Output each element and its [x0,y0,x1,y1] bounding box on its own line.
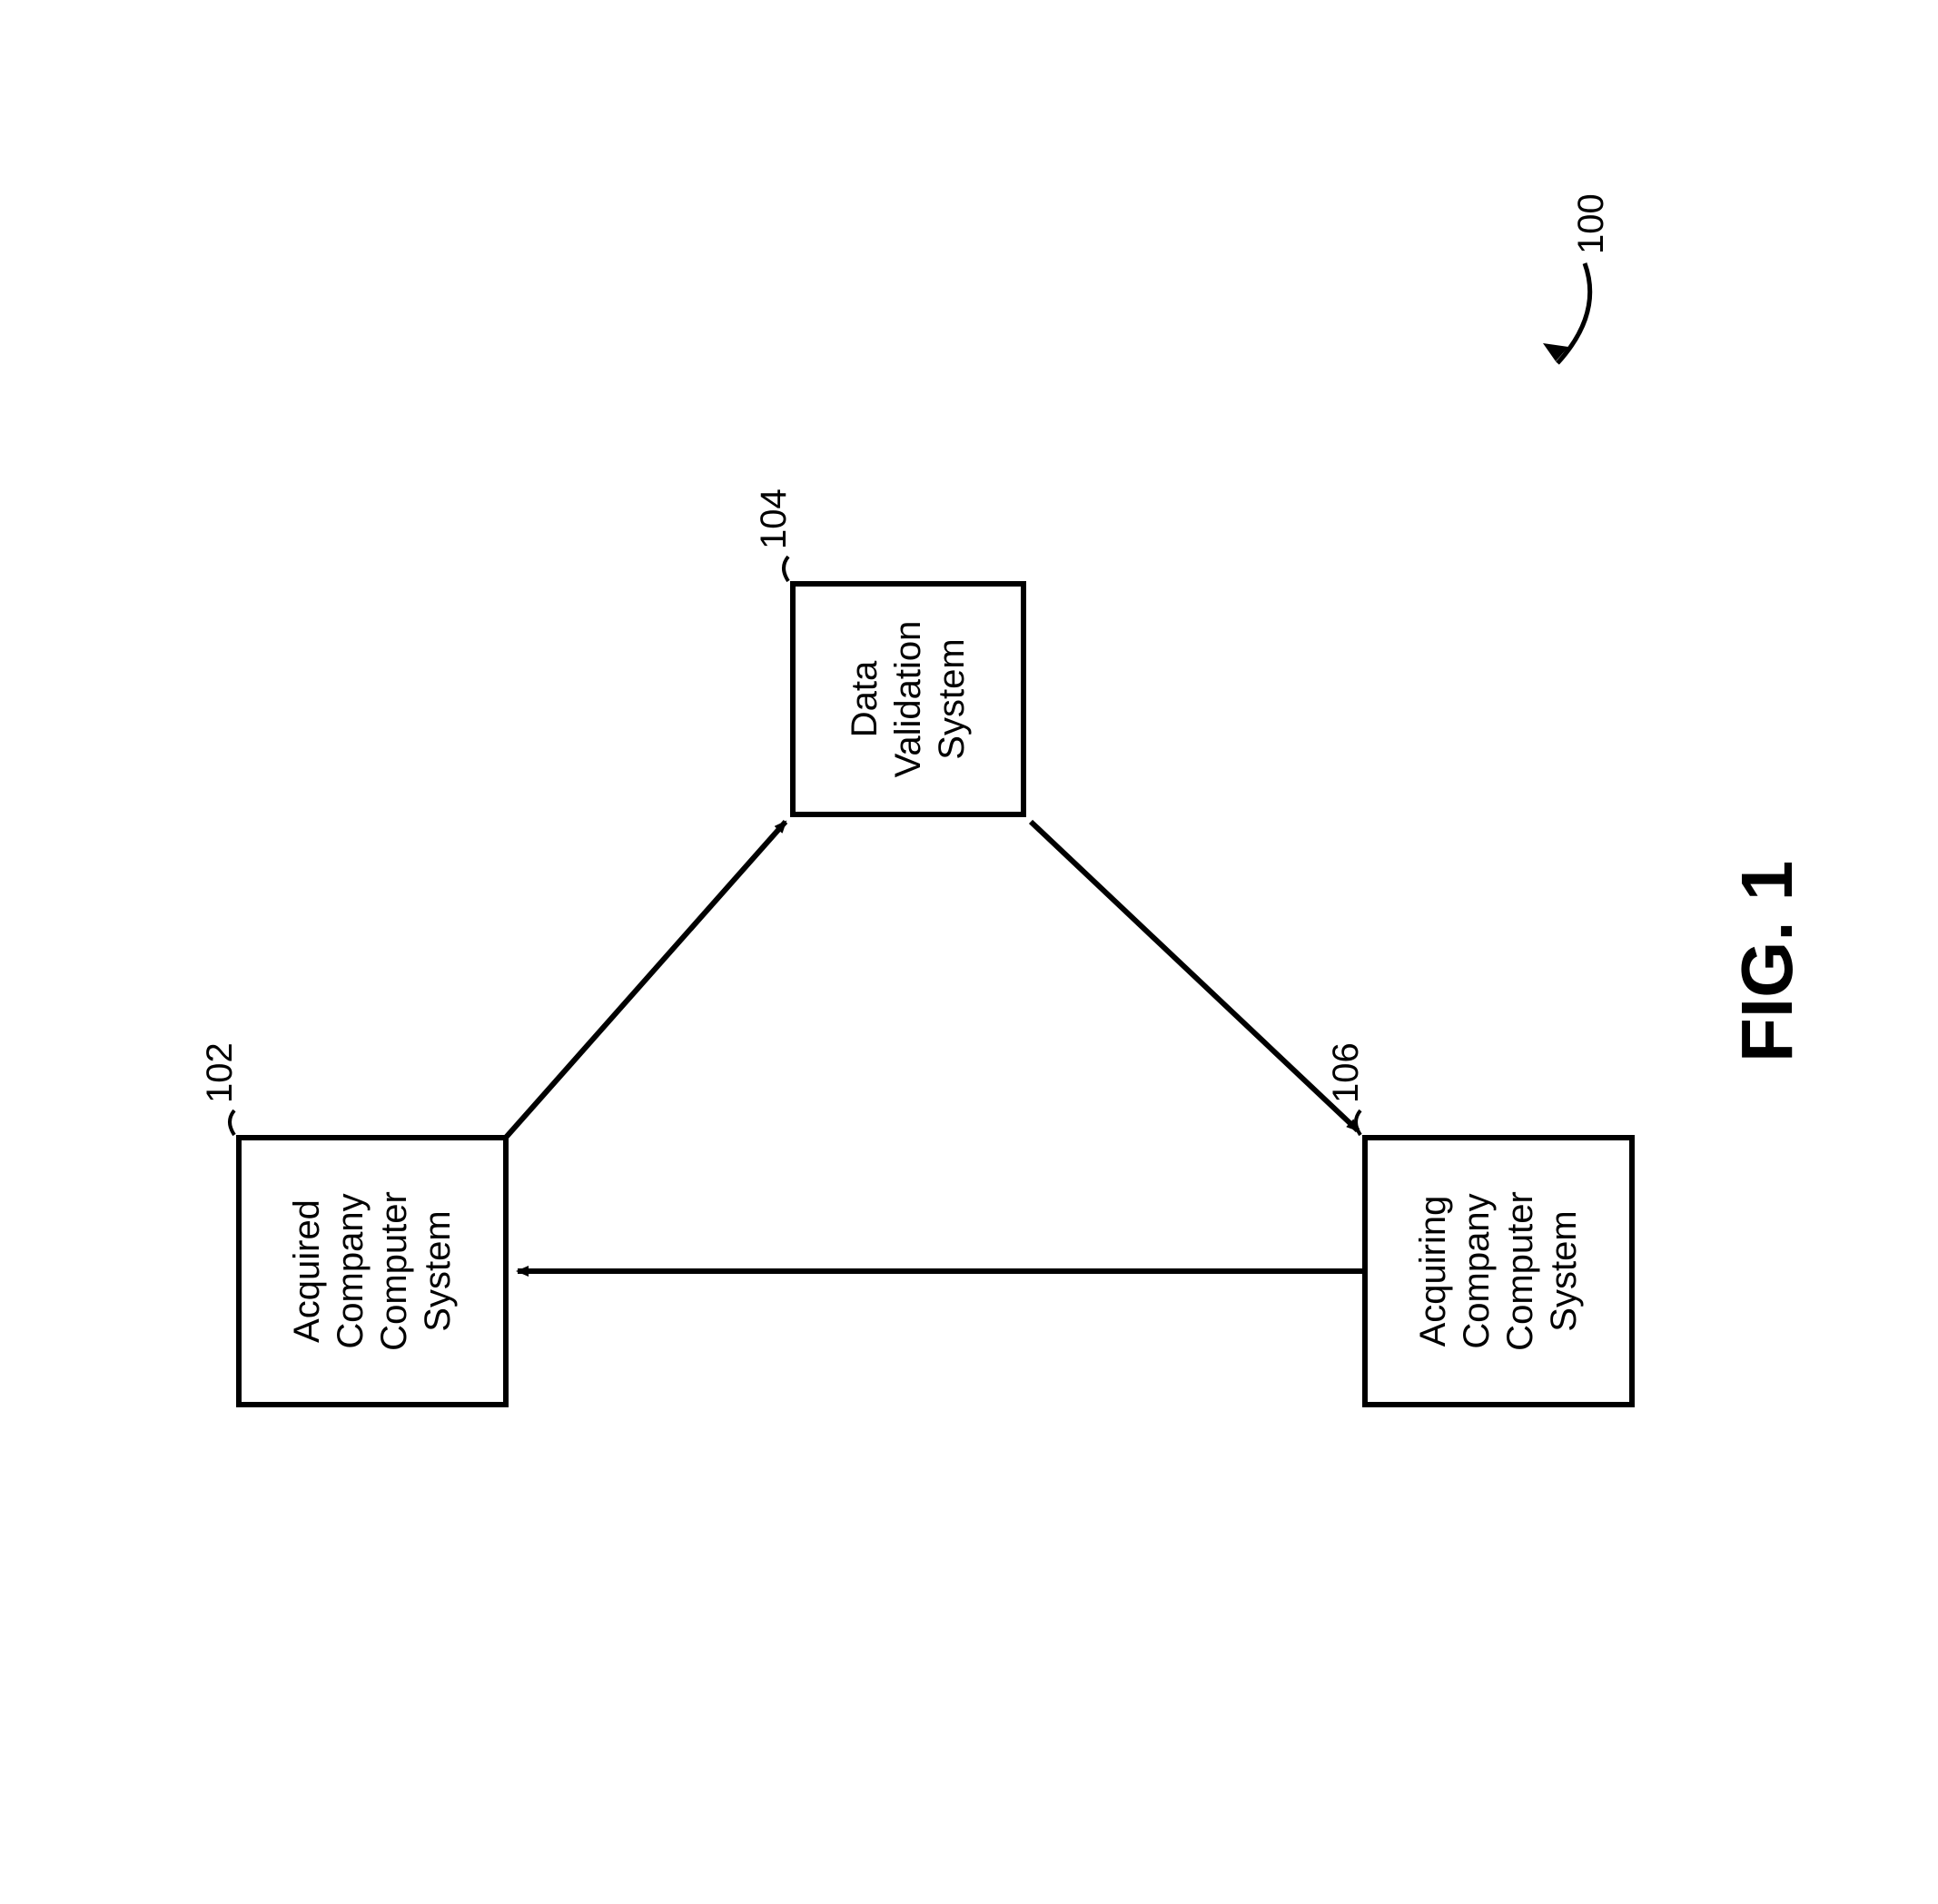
diagram-stage: Acquired Company Computer System 102 Dat… [0,0,1938,1904]
ref-100: 100 [1571,193,1612,254]
node-validation: Data Validation System [790,581,1026,817]
leader-102 [230,1110,234,1135]
arrow-validation-to-acquiring [1031,822,1358,1130]
node-acquired-label: Acquired Company Computer System [285,1149,460,1393]
leader-106 [1356,1110,1360,1135]
leader-104 [784,557,788,581]
node-validation-label: Data Validation System [843,596,974,803]
ref-104: 104 [754,488,795,549]
node-acquiring-label: Acquiring Company Computer System [1411,1149,1586,1393]
arrow-acquired-to-validation [504,822,786,1139]
arrows-layer [0,0,1938,1904]
node-acquiring: Acquiring Company Computer System [1362,1135,1635,1407]
ref-102: 102 [200,1042,241,1103]
figure-title: FIG. 1 [1725,861,1809,1062]
node-acquired: Acquired Company Computer System [236,1135,509,1407]
ref-106: 106 [1326,1042,1367,1103]
